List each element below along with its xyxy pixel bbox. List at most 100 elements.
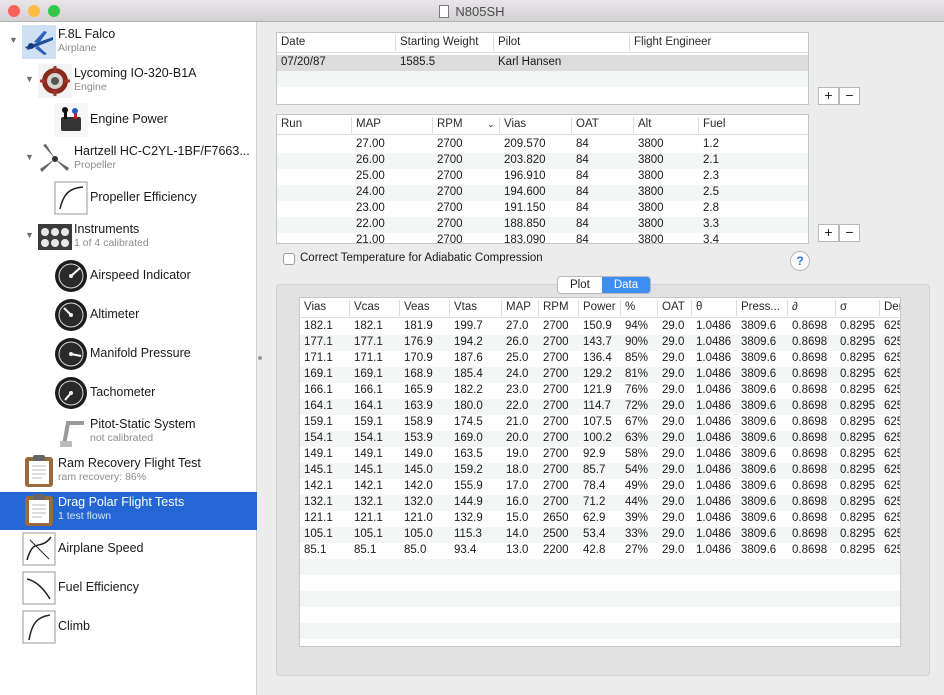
- airspeed-gauge-icon: [54, 259, 88, 293]
- sidebar-item[interactable]: ▼ F.8L Falco Airplane: [0, 24, 257, 62]
- table-row[interactable]: 169.1 169.1 168.9 185.4 24.0 2700 129.2 81% 29.0…: [300, 367, 900, 383]
- column-header[interactable]: Flight Engineer: [634, 36, 711, 48]
- table-header-row: Date Starting Weight Pilot Flight Engineer: [277, 33, 808, 53]
- table-row[interactable]: 132.1 132.1 132.0 144.9 16.0 2700 71.2 44% 29.0 1…: [300, 495, 900, 511]
- table-row[interactable]: [300, 591, 900, 607]
- disclosure-triangle-icon[interactable]: ▼: [25, 152, 34, 162]
- remove-run-button[interactable]: −: [839, 224, 860, 242]
- column-header[interactable]: Vtas: [454, 301, 477, 313]
- runs-table[interactable]: Run MAP RPM Vias OAT Alt Fuel ⌄ 27.00 2700 209.570…: [276, 114, 809, 244]
- column-header[interactable]: Press...: [741, 301, 780, 313]
- disclosure-triangle-icon[interactable]: ▼: [9, 35, 18, 45]
- sidebar-item[interactable]: Ram Recovery Flight Test ram recovery: 86…: [0, 453, 257, 491]
- table-row[interactable]: 85.1 85.1 85.0 93.4 13.0 2200 42.8 27% 29.0 1.048…: [300, 543, 900, 559]
- add-flight-button[interactable]: +: [818, 87, 839, 105]
- table-row[interactable]: [300, 559, 900, 575]
- table-row[interactable]: 27.00 2700 209.570 84 3800 1.2: [277, 137, 808, 153]
- sidebar-item[interactable]: Engine Power: [0, 102, 257, 140]
- adiabatic-correction-checkbox[interactable]: [283, 253, 295, 265]
- add-run-button[interactable]: +: [818, 224, 839, 242]
- table-row[interactable]: 164.1 164.1 163.9 180.0 22.0 2700 114.7 72% 29.0…: [300, 399, 900, 415]
- table-cell: 2200: [543, 544, 569, 556]
- table-row[interactable]: 21.00 2700 183.090 84 3800 3.4: [277, 233, 808, 243]
- table-cell: 29.0: [662, 544, 685, 556]
- column-header[interactable]: Date: [281, 36, 305, 48]
- table-row[interactable]: 23.00 2700 191.150 84 3800 2.8: [277, 201, 808, 217]
- column-header[interactable]: ∂: [792, 301, 798, 313]
- table-cell: 29.0: [662, 384, 685, 396]
- flights-table[interactable]: Date Starting Weight Pilot Flight Engineer 0…: [276, 32, 809, 105]
- column-header[interactable]: RPM: [437, 118, 463, 130]
- sidebar-item[interactable]: Drag Polar Flight Tests 1 test flown: [0, 492, 257, 530]
- table-row[interactable]: 105.1 105.1 105.0 115.3 14.0 2500 53.4 33% 29.0 1…: [300, 527, 900, 543]
- disclosure-triangle-icon[interactable]: ▼: [25, 74, 34, 84]
- column-header[interactable]: %: [625, 301, 635, 313]
- sidebar-item[interactable]: Pitot-Static System not calibrated: [0, 414, 257, 452]
- column-header[interactable]: Pilot: [498, 36, 520, 48]
- table-row[interactable]: [300, 639, 900, 646]
- data-table[interactable]: Vias Vcas Veas Vtas MAP RPM Power% OAT θ Press...…: [299, 297, 901, 647]
- column-header[interactable]: Den: [884, 301, 900, 313]
- table-row[interactable]: 166.1 166.1 165.9 182.2 23.0 2700 121.9 76% 29.0…: [300, 383, 900, 399]
- table-cell: 181.9: [404, 320, 433, 332]
- sidebar-item[interactable]: Fuel Efficiency: [0, 570, 257, 608]
- table-row[interactable]: 149.1 149.1 149.0 163.5 19.0 2700 92.9 58% 29.0 1…: [300, 447, 900, 463]
- help-button[interactable]: ?: [790, 251, 810, 271]
- column-header[interactable]: Veas: [404, 301, 430, 313]
- column-header[interactable]: MAP: [506, 301, 531, 313]
- table-row[interactable]: [300, 623, 900, 639]
- sidebar-item[interactable]: ▼ Lycoming IO-320-B1A Engine: [0, 63, 257, 101]
- column-header[interactable]: Vcas: [354, 301, 380, 313]
- table-row[interactable]: 159.1 159.1 158.9 174.5 21.0 2700 107.5 67% 29.0…: [300, 415, 900, 431]
- disclosure-triangle-icon[interactable]: ▼: [25, 230, 34, 240]
- column-header[interactable]: θ: [696, 301, 702, 313]
- sidebar-item-title: Hartzell HC-C2YL-1BF/F7663...: [74, 144, 250, 158]
- column-header[interactable]: Starting Weight: [400, 36, 478, 48]
- table-row[interactable]: 25.00 2700 196.910 84 3800 2.3: [277, 169, 808, 185]
- table-row[interactable]: 142.1 142.1 142.0 155.9 17.0 2700 78.4 49% 29.0 1…: [300, 479, 900, 495]
- sidebar-item[interactable]: Airplane Speed: [0, 531, 257, 569]
- column-header[interactable]: Vias: [504, 118, 526, 130]
- column-header[interactable]: Fuel: [703, 118, 725, 130]
- tab-data[interactable]: Data: [601, 277, 651, 293]
- table-row[interactable]: 177.1 177.1 176.9 194.2 26.0 2700 143.7 90% 29.0…: [300, 335, 900, 351]
- sidebar-item[interactable]: Propeller Efficiency: [0, 180, 257, 218]
- column-header[interactable]: OAT: [576, 118, 599, 130]
- table-row[interactable]: [300, 607, 900, 623]
- column-header[interactable]: Run: [281, 118, 302, 130]
- sidebar-item[interactable]: Altimeter: [0, 297, 257, 335]
- table-row[interactable]: 145.1 145.1 145.0 159.2 18.0 2700 85.7 54% 29.0 1…: [300, 463, 900, 479]
- table-row[interactable]: [277, 71, 808, 87]
- table-row[interactable]: 171.1 171.1 170.9 187.6 25.0 2700 136.4 85% 29.0…: [300, 351, 900, 367]
- sort-chevron-icon[interactable]: ⌄: [487, 119, 495, 130]
- table-row[interactable]: 24.00 2700 194.600 84 3800 2.5: [277, 185, 808, 201]
- column-header[interactable]: Alt: [638, 118, 651, 130]
- plot-data-segmented-control[interactable]: Plot Data: [557, 276, 652, 294]
- sidebar-item[interactable]: ▼ Hartzell HC-C2YL-1BF/F7663... Propeller: [0, 141, 257, 179]
- table-row[interactable]: [277, 87, 808, 103]
- column-header[interactable]: Vias: [304, 301, 326, 313]
- table-row[interactable]: [300, 575, 900, 591]
- sidebar-item[interactable]: Manifold Pressure: [0, 336, 257, 374]
- table-row[interactable]: 154.1 154.1 153.9 169.0 20.0 2700 100.2 63% 29.0…: [300, 431, 900, 447]
- column-header[interactable]: RPM: [543, 301, 569, 313]
- column-header[interactable]: OAT: [662, 301, 685, 313]
- split-view-divider[interactable]: [258, 356, 262, 360]
- sidebar[interactable]: ▼ F.8L Falco Airplane ▼ Lycoming IO-320-B1A E…: [0, 22, 257, 695]
- table-row[interactable]: 121.1 121.1 121.0 132.9 15.0 2650 62.9 39% 29.0 1…: [300, 511, 900, 527]
- remove-flight-button[interactable]: −: [839, 87, 860, 105]
- sidebar-item[interactable]: Airspeed Indicator: [0, 258, 257, 296]
- sidebar-item[interactable]: ▼ Instruments 1 of 4 calibrated: [0, 219, 257, 257]
- column-header[interactable]: MAP: [356, 118, 381, 130]
- table-row[interactable]: 22.00 2700 188.850 84 3800 3.3: [277, 217, 808, 233]
- table-row[interactable]: 182.1 182.1 181.9 199.7 27.0 2700 150.9 94% 29.0…: [300, 319, 900, 335]
- tab-plot[interactable]: Plot: [558, 277, 602, 293]
- table-row[interactable]: 07/20/87 1585.5 Karl Hansen: [277, 55, 808, 71]
- column-header[interactable]: σ: [840, 301, 847, 313]
- sidebar-item[interactable]: Tachometer: [0, 375, 257, 413]
- sidebar-item[interactable]: Climb: [0, 609, 257, 647]
- adiabatic-correction-label[interactable]: Correct Temperature for Adiabatic Compre…: [300, 252, 543, 264]
- title-bar[interactable]: N805SH: [0, 0, 944, 22]
- column-header[interactable]: Power: [583, 301, 616, 313]
- table-row[interactable]: 26.00 2700 203.820 84 3800 2.1: [277, 153, 808, 169]
